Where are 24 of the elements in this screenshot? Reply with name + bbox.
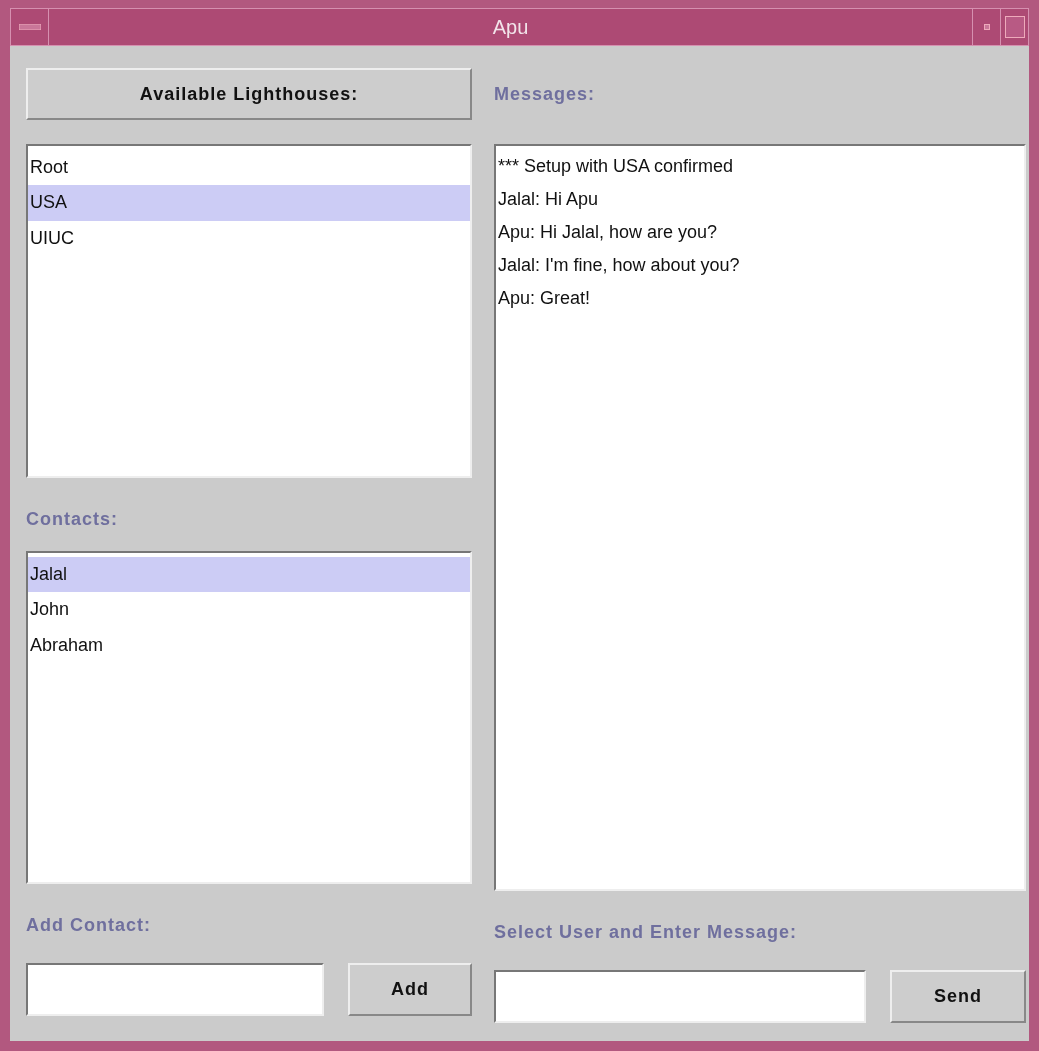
message-input-field[interactable] bbox=[494, 970, 866, 1023]
enter-message-label: Select User and Enter Message: bbox=[494, 921, 799, 944]
list-item[interactable]: UIUC bbox=[28, 220, 470, 257]
add-button[interactable]: Add bbox=[348, 963, 472, 1016]
list-item[interactable]: John bbox=[28, 592, 470, 628]
maximize-button[interactable] bbox=[1000, 9, 1028, 45]
message-line: *** Setup with USA confirmed bbox=[497, 155, 735, 178]
maximize-icon bbox=[1004, 16, 1025, 38]
list-item[interactable]: USA bbox=[28, 185, 470, 221]
minimize-icon bbox=[18, 24, 41, 30]
message-line: Jalal: I'm fine, how about you? bbox=[497, 254, 741, 277]
list-item[interactable]: Jalal bbox=[28, 557, 470, 593]
list-item[interactable]: Abraham bbox=[28, 627, 470, 664]
contacts-label: Contacts: bbox=[26, 508, 119, 531]
window-title: Apu bbox=[491, 15, 530, 40]
message-line: Apu: Great! bbox=[497, 287, 592, 310]
send-button[interactable]: Send bbox=[890, 970, 1026, 1023]
list-item[interactable]: Root bbox=[28, 150, 470, 186]
message-line: Apu: Hi Jalal, how are you? bbox=[497, 221, 719, 244]
contact-input-field[interactable] bbox=[26, 963, 324, 1016]
available-lighthouses-button[interactable]: Available Lighthouses: bbox=[26, 68, 472, 120]
add-contact-label: Add Contact: bbox=[26, 914, 152, 937]
messages-label: Messages: bbox=[494, 82, 596, 106]
message-line: Jalal: Hi Apu bbox=[497, 188, 600, 211]
